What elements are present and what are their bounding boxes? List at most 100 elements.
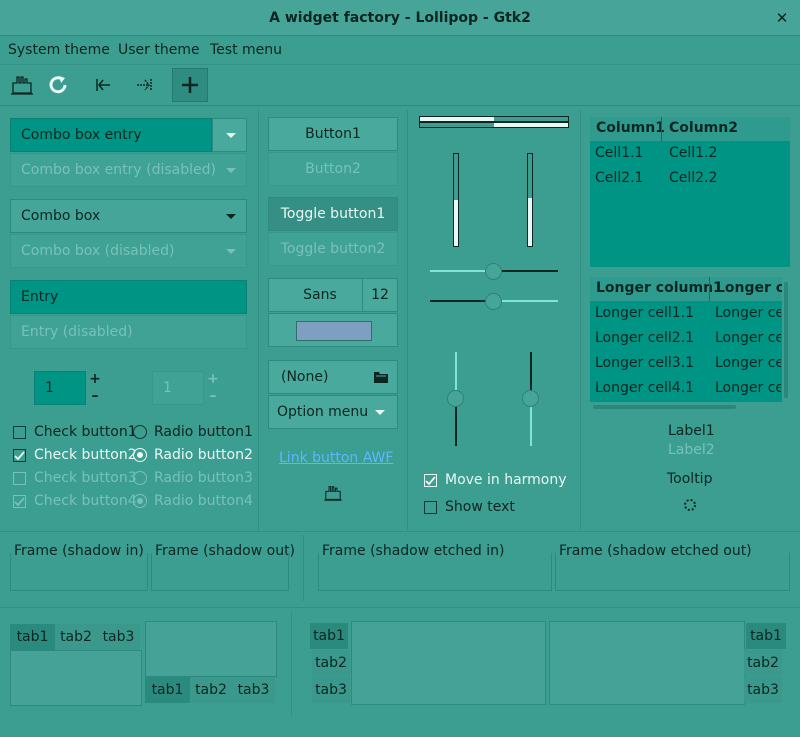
combo-box-entry[interactable]: Combo box entry	[10, 118, 212, 152]
horizontal-scrollbar[interactable]	[593, 405, 736, 409]
radio-button3-label: Radio button3	[154, 470, 253, 486]
tab-tab2[interactable]: tab2	[55, 624, 97, 650]
color-button[interactable]	[268, 313, 398, 347]
radio-button1-circle[interactable]	[133, 425, 147, 439]
separator	[580, 110, 581, 530]
column-divider	[709, 277, 710, 301]
tree-cell[interactable]: Cell2.2	[669, 170, 717, 186]
factory-icon[interactable]	[6, 69, 38, 101]
show-text-checkbox[interactable]	[424, 501, 437, 514]
check-button1-label: Check button1	[34, 424, 137, 440]
vertical-progress-bar	[453, 153, 459, 247]
tab-tab3[interactable]: tab3	[744, 677, 782, 703]
separator	[407, 110, 408, 530]
check-button4-box	[13, 495, 26, 508]
combo-entry-button[interactable]	[212, 118, 247, 152]
toggle-button1[interactable]: Toggle button1	[268, 197, 398, 231]
tab-tab1[interactable]: tab1	[310, 623, 348, 649]
vscale-slider-handle[interactable]	[447, 390, 464, 407]
scale-slider-handle[interactable]	[485, 263, 502, 280]
menu-system-theme[interactable]: System theme	[8, 36, 110, 64]
minus-icon[interactable]: –	[89, 388, 101, 404]
tree-cell[interactable]: Cell1.1	[595, 145, 643, 161]
tab-tab2[interactable]: tab2	[312, 650, 350, 676]
column-header[interactable]: Longer column1	[596, 280, 723, 296]
move-in-harmony-checkbox[interactable]	[424, 474, 437, 487]
column-divider	[661, 117, 662, 141]
menu-user-theme[interactable]: User theme	[118, 36, 200, 64]
notebook-panel	[145, 621, 277, 677]
tree-cell[interactable]: Longer cell2.1	[595, 330, 694, 346]
combo-box[interactable]: Combo box	[10, 199, 247, 233]
spin-input[interactable]: 1	[34, 371, 86, 405]
show-text-label: Show text	[445, 499, 515, 515]
entry[interactable]: Entry	[10, 280, 247, 314]
plus-icon[interactable]: +	[89, 371, 101, 387]
check-button1-box[interactable]	[13, 426, 26, 439]
separator	[303, 535, 304, 601]
tree-cell[interactable]: Longer ce	[715, 305, 781, 321]
notebook-panel	[351, 621, 546, 705]
file-chooser-button[interactable]: (None)	[268, 360, 398, 394]
vertical-scrollbar[interactable]	[784, 282, 788, 398]
check-button2-box[interactable]	[13, 449, 26, 462]
tab-tab3[interactable]: tab3	[97, 624, 140, 650]
radio-button2-circle[interactable]	[133, 448, 147, 462]
vscale-slider-handle[interactable]	[522, 390, 539, 407]
chevron-down-icon	[226, 249, 236, 254]
refresh-icon[interactable]	[42, 69, 74, 101]
tree-cell[interactable]: Longer ce	[715, 380, 781, 396]
label1: Label1	[668, 423, 715, 439]
radio-button4-label: Radio button4	[154, 493, 253, 509]
tab-tab1[interactable]: tab1	[10, 624, 55, 650]
spin-value-disabled: 1	[163, 380, 172, 396]
column-header[interactable]: Column2	[669, 120, 738, 136]
tab-tab2[interactable]: tab2	[744, 650, 782, 676]
column-header[interactable]: Longer co	[716, 280, 782, 296]
tab-tab1[interactable]: tab1	[746, 623, 786, 649]
combo-entry-disabled-text: Combo box entry (disabled)	[21, 162, 216, 178]
chevron-down-icon	[226, 168, 236, 173]
menu-test-menu[interactable]: Test menu	[210, 36, 282, 64]
tree-cell[interactable]: Longer cell1.1	[595, 305, 694, 321]
tree-cell[interactable]: Longer ce	[715, 330, 781, 346]
toggle-button2: Toggle button2	[268, 232, 398, 266]
link-button[interactable]: Link button AWF	[279, 450, 393, 466]
file-chooser-label: (None)	[281, 369, 329, 385]
minus-icon: –	[209, 388, 217, 404]
font-size-label[interactable]: 12	[362, 278, 398, 312]
scale-slider-handle[interactable]	[485, 293, 502, 310]
separator	[0, 607, 800, 608]
go-first-icon[interactable]	[88, 69, 120, 101]
button1[interactable]: Button1	[268, 117, 398, 151]
tree-cell[interactable]: Cell2.1	[595, 170, 643, 186]
progress-bar	[419, 122, 569, 128]
tab-tab3[interactable]: tab3	[312, 677, 350, 703]
folder-icon	[374, 372, 388, 383]
tree-cell[interactable]: Longer ce	[715, 355, 781, 371]
column-header[interactable]: Column1	[596, 120, 665, 136]
plus-icon: +	[207, 371, 219, 387]
radio-button1-label: Radio button1	[154, 424, 253, 440]
option-menu[interactable]: Option menu	[268, 395, 398, 429]
color-swatch	[296, 321, 372, 341]
separator	[0, 531, 800, 532]
notebook-panel	[10, 650, 142, 706]
go-last-icon[interactable]	[128, 69, 160, 101]
move-in-harmony-label: Move in harmony	[445, 472, 567, 488]
tree-cell[interactable]: Cell1.2	[669, 145, 717, 161]
factory-icon	[323, 485, 343, 505]
tab-tab2[interactable]: tab2	[190, 677, 232, 703]
frame-shadow-out	[151, 553, 289, 591]
label2: Label2	[668, 442, 715, 458]
combo-box-entry-disabled: Combo box entry (disabled)	[10, 153, 247, 187]
font-button[interactable]: Sans	[268, 278, 372, 312]
check-button3-label: Check button3	[34, 470, 137, 486]
check-button3-box	[13, 472, 26, 485]
tab-tab3[interactable]: tab3	[232, 677, 275, 703]
tree-cell[interactable]: Longer cell4.1	[595, 380, 694, 396]
tree-cell[interactable]: Longer cell3.1	[595, 355, 694, 371]
add-icon[interactable]	[172, 68, 208, 102]
close-icon[interactable]: ✕	[772, 0, 792, 36]
tab-tab1[interactable]: tab1	[145, 677, 190, 703]
